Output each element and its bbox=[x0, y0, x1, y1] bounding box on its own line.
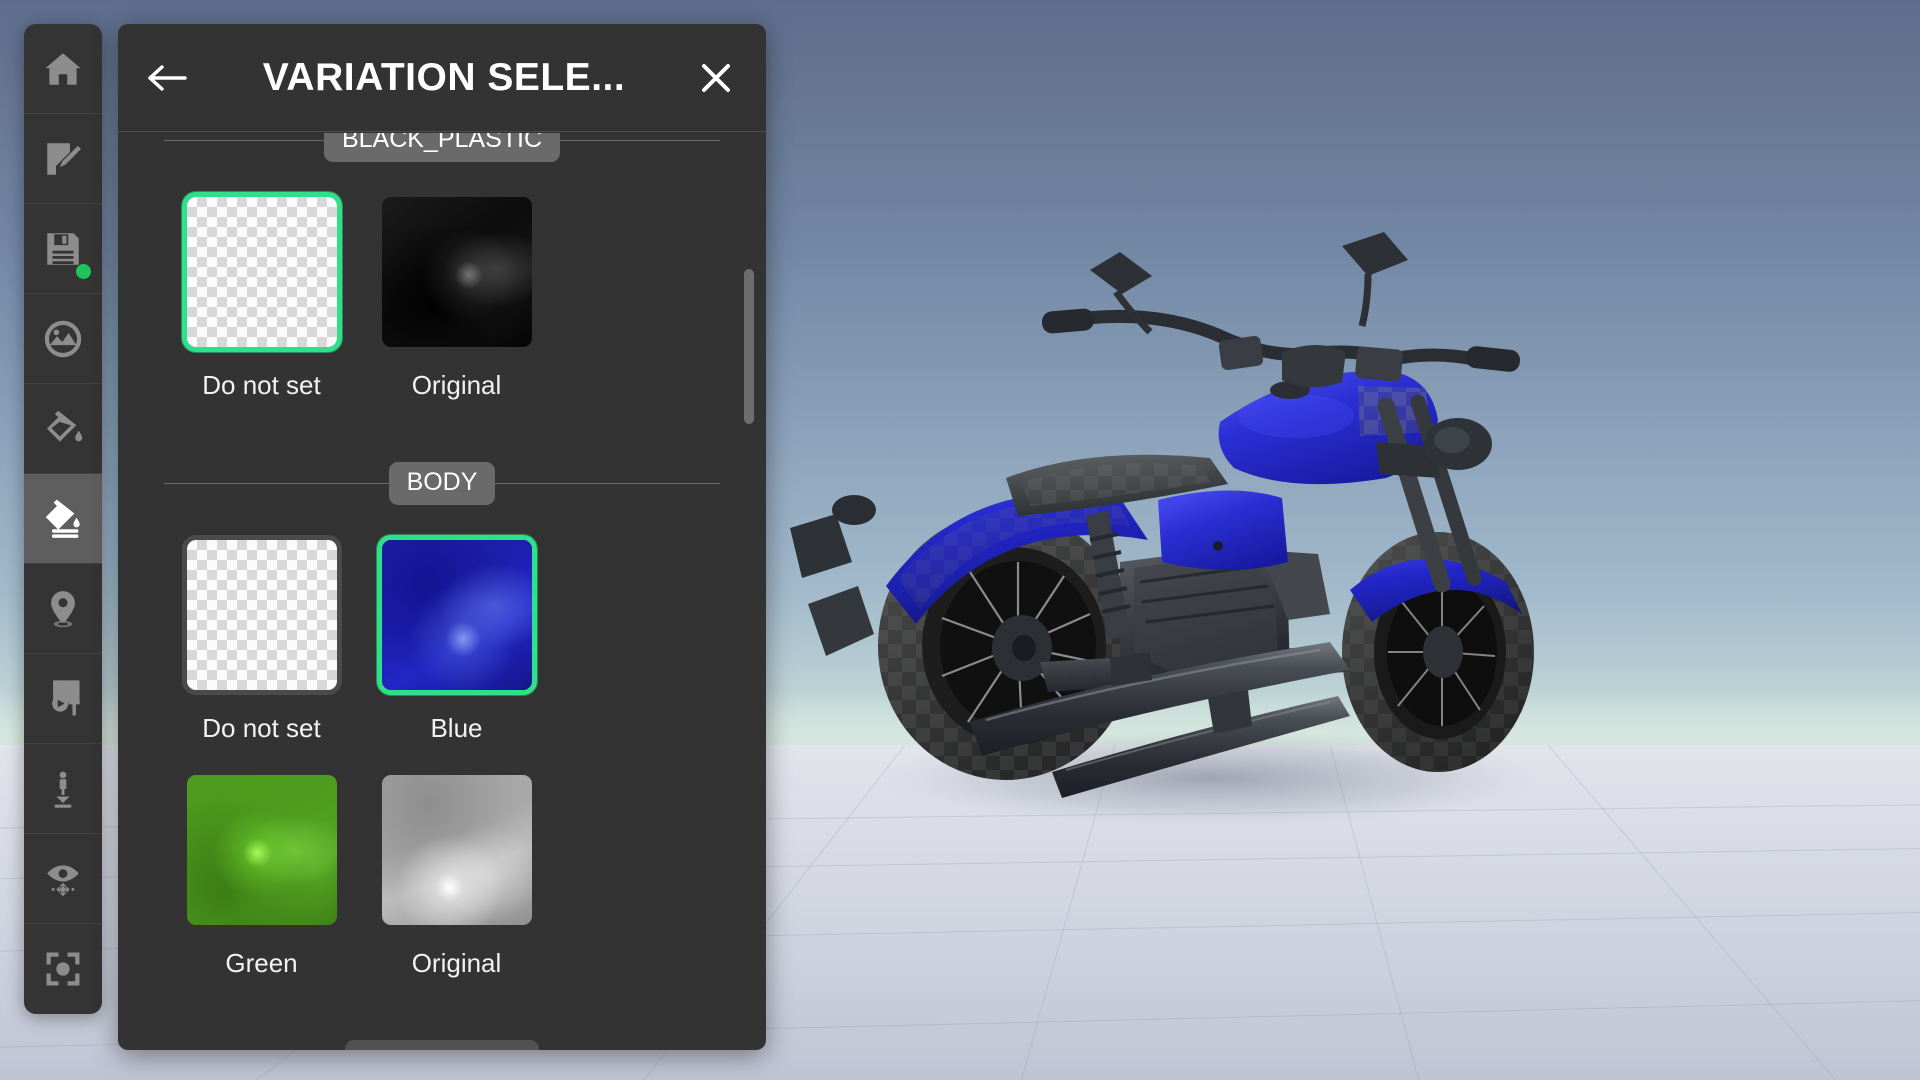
swatch-label: Do not set bbox=[202, 370, 321, 400]
material-preview bbox=[381, 197, 532, 347]
swatch-thumb[interactable] bbox=[182, 770, 342, 930]
swatch-grid-black-plastic: Do not set Original bbox=[164, 192, 720, 427]
left-toolbar[interactable] bbox=[24, 24, 102, 1014]
panel-scrollbar-thumb[interactable] bbox=[744, 269, 754, 424]
sidebar-item-human-scale[interactable] bbox=[24, 744, 102, 834]
close-button[interactable] bbox=[688, 50, 744, 106]
right-control bbox=[1355, 346, 1403, 382]
sidebar-item-environment[interactable] bbox=[24, 294, 102, 384]
swatch-label: Blue bbox=[430, 713, 483, 743]
rear-bracket bbox=[790, 495, 876, 656]
material-preview bbox=[186, 775, 337, 925]
swatch-label: Original bbox=[411, 948, 502, 978]
transparency-checker bbox=[186, 540, 337, 690]
transparency-checker bbox=[186, 197, 337, 347]
swatch-cell-do-not-set[interactable]: Do not set bbox=[164, 535, 359, 744]
save-badge-dot bbox=[76, 264, 91, 279]
swatch-cell-original[interactable]: Original bbox=[359, 770, 554, 979]
handlebars bbox=[1051, 309, 1487, 367]
instrument-cluster bbox=[1282, 345, 1346, 388]
motorcycle-model[interactable] bbox=[790, 210, 1610, 890]
material-preview bbox=[381, 775, 532, 925]
page-title: VARIATION SELE... bbox=[262, 55, 626, 99]
swatch-thumb[interactable] bbox=[376, 535, 537, 695]
back-arrow-icon bbox=[148, 64, 187, 91]
panel-header: VARIATION SELE... bbox=[118, 24, 766, 132]
left-grip bbox=[1041, 308, 1095, 334]
swatch-cell-original[interactable]: Original bbox=[359, 192, 554, 401]
swatch-label: Original bbox=[411, 370, 502, 400]
section-title: BODY bbox=[388, 461, 496, 505]
section-title: BLACK_PLASTIC bbox=[323, 133, 561, 162]
variation-selector-panel[interactable]: VARIATION SELE... Do not set bbox=[118, 24, 766, 1050]
mirrors bbox=[1090, 232, 1408, 335]
swatch-thumb[interactable] bbox=[377, 770, 537, 930]
swatch-thumb[interactable] bbox=[181, 192, 342, 352]
sidebar-item-view-move[interactable] bbox=[24, 834, 102, 924]
swatch-grid-body: Do not set Blue Green Original bbox=[164, 535, 720, 1005]
swatch-cell-do-not-set[interactable]: Do not set bbox=[164, 192, 359, 401]
swatch-label: Do not set bbox=[202, 713, 321, 743]
sidebar-item-edit[interactable] bbox=[24, 114, 102, 204]
back-button[interactable] bbox=[140, 50, 196, 106]
swatch-cell-blue[interactable]: Blue bbox=[359, 535, 554, 744]
panel-scrollbar-track[interactable] bbox=[744, 149, 754, 1034]
sidebar-item-home[interactable] bbox=[24, 24, 102, 114]
swatch-label: Green bbox=[225, 948, 298, 978]
section-title: BRAKELIGHT bbox=[344, 1039, 540, 1050]
sidebar-item-focus[interactable] bbox=[24, 924, 102, 1014]
material-preview bbox=[381, 540, 532, 690]
swatch-thumb[interactable] bbox=[377, 192, 537, 352]
section-header-body: BODY bbox=[164, 461, 720, 505]
left-control bbox=[1218, 335, 1264, 371]
swatch-cell-green[interactable]: Green bbox=[164, 770, 359, 979]
close-icon bbox=[702, 63, 730, 92]
panel-scroll-area[interactable]: Do not set Original BLACK_PLASTIC bbox=[118, 133, 766, 1050]
sidebar-item-media-text[interactable] bbox=[24, 654, 102, 744]
section-header-brakelight: BRAKELIGHT bbox=[164, 1039, 720, 1050]
sidebar-item-hotspot[interactable] bbox=[24, 564, 102, 654]
sidebar-item-material-variation[interactable] bbox=[24, 474, 102, 564]
swatch-thumb[interactable] bbox=[181, 535, 342, 695]
right-grip bbox=[1465, 346, 1521, 372]
panel-content: Do not set Original BLACK_PLASTIC bbox=[118, 133, 766, 1050]
side-cover bbox=[1158, 490, 1288, 570]
sidebar-item-paint[interactable] bbox=[24, 384, 102, 474]
section-header-black-plastic: BLACK_PLASTIC bbox=[164, 133, 720, 162]
sidebar-item-save[interactable] bbox=[24, 204, 102, 294]
